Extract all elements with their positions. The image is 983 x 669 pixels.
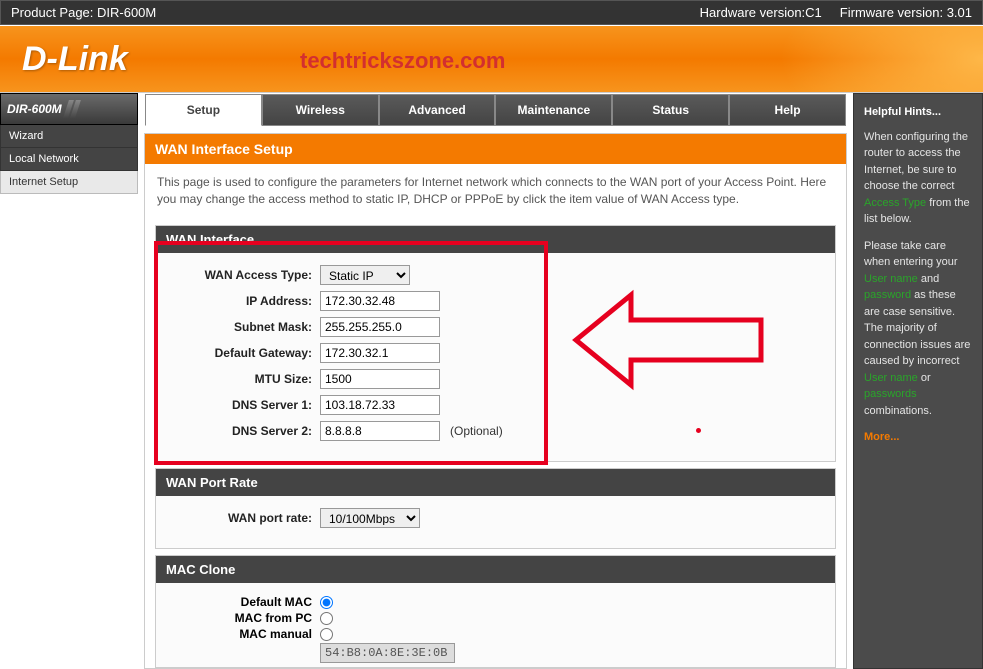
wan-interface-section: WAN Interface WAN Access Type: Static IP…	[155, 225, 836, 462]
tab-setup[interactable]: Setup	[145, 94, 262, 126]
sidebar-left: DIR-600M Wizard Local Network Internet S…	[0, 93, 138, 669]
ip-address-input[interactable]	[320, 291, 440, 311]
tab-maintenance[interactable]: Maintenance	[495, 94, 612, 126]
wan-port-rate-label: WAN port rate:	[172, 511, 312, 525]
dns1-input[interactable]	[320, 395, 440, 415]
mac-clone-header: MAC Clone	[156, 556, 835, 583]
mac-manual-input[interactable]	[320, 643, 455, 663]
dns2-input[interactable]	[320, 421, 440, 441]
wan-access-type-select[interactable]: Static IP	[320, 265, 410, 285]
brand-logo: D-Link	[22, 40, 128, 79]
mac-from-pc-label: MAC from PC	[172, 611, 312, 625]
default-gateway-input[interactable]	[320, 343, 440, 363]
optional-text: (Optional)	[450, 424, 503, 438]
model-text: DIR-600M	[7, 102, 62, 116]
firmware-version: Firmware version: 3.01	[840, 5, 972, 20]
mac-manual-label: MAC manual	[172, 627, 312, 641]
helpful-hints-title: Helpful Hints...	[864, 104, 972, 121]
sidebar-item-internet-setup[interactable]: Internet Setup	[0, 171, 138, 194]
mtu-size-label: MTU Size:	[172, 372, 312, 386]
page-title: WAN Interface Setup	[145, 134, 846, 164]
mac-clone-section: MAC Clone Default MAC MAC from PC MAC ma…	[155, 555, 836, 668]
tab-wireless[interactable]: Wireless	[262, 94, 379, 126]
tabs-row: Setup Wireless Advanced Maintenance Stat…	[144, 93, 847, 127]
model-slashes-icon	[66, 100, 78, 118]
subnet-mask-input[interactable]	[320, 317, 440, 337]
default-gateway-label: Default Gateway:	[172, 346, 312, 360]
tab-status[interactable]: Status	[612, 94, 729, 126]
mac-manual-radio[interactable]	[320, 628, 333, 641]
tab-help[interactable]: Help	[729, 94, 846, 126]
hint-paragraph-2: Please take care when entering your User…	[864, 238, 972, 420]
hardware-version: Hardware version:C1	[700, 5, 822, 20]
more-link[interactable]: More...	[864, 431, 899, 443]
header-band: D-Link techtrickszone.com	[0, 25, 983, 93]
wan-interface-header: WAN Interface	[156, 226, 835, 253]
product-page-label: Product Page: DIR-600M	[11, 5, 156, 20]
wan-port-rate-header: WAN Port Rate	[156, 469, 835, 496]
mac-from-pc-radio[interactable]	[320, 612, 333, 625]
header-wave-decoration	[503, 26, 983, 92]
ip-address-label: IP Address:	[172, 294, 312, 308]
mtu-size-input[interactable]	[320, 369, 440, 389]
page-description: This page is used to configure the param…	[145, 164, 846, 219]
wan-port-rate-section: WAN Port Rate WAN port rate: 10/100Mbps	[155, 468, 836, 549]
annotation-dot	[696, 428, 701, 433]
dns2-label: DNS Server 2:	[172, 424, 312, 438]
default-mac-radio[interactable]	[320, 596, 333, 609]
sidebar-right: Helpful Hints... When configuring the ro…	[853, 93, 983, 669]
dns1-label: DNS Server 1:	[172, 398, 312, 412]
sidebar-item-wizard[interactable]: Wizard	[0, 125, 138, 148]
content-panel: WAN Interface Setup This page is used to…	[144, 133, 847, 669]
watermark-text: techtrickszone.com	[300, 48, 505, 74]
default-mac-label: Default MAC	[172, 595, 312, 609]
sidebar-item-local-network[interactable]: Local Network	[0, 148, 138, 171]
subnet-mask-label: Subnet Mask:	[172, 320, 312, 334]
tab-advanced[interactable]: Advanced	[379, 94, 496, 126]
hint-access-type: Access Type	[864, 197, 926, 209]
model-badge: DIR-600M	[0, 93, 138, 125]
wan-port-rate-select[interactable]: 10/100Mbps	[320, 508, 420, 528]
topbar: Product Page: DIR-600M Hardware version:…	[0, 0, 983, 25]
hint-paragraph-1: When configuring the router to access th…	[864, 129, 972, 228]
wan-access-type-label: WAN Access Type:	[172, 268, 312, 282]
